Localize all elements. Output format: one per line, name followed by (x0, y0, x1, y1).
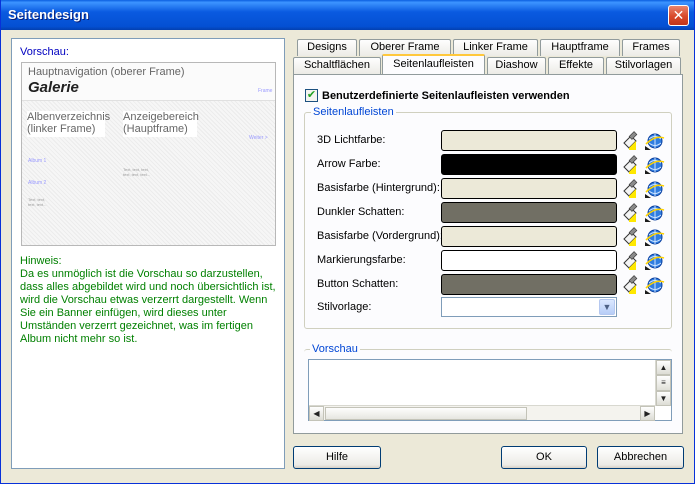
tab-diashow[interactable]: Diashow (487, 57, 546, 74)
tab-hauptframe[interactable]: Hauptframe (540, 39, 620, 56)
label-3d-lichtfarbe: 3D Lichtfarbe: (317, 134, 386, 146)
preview-next-link: Weiter > (249, 135, 268, 141)
color-swatch-markierungsfarbe[interactable] (441, 250, 617, 271)
preview-album-1: Album 1 (28, 158, 47, 164)
preview-label: Vorschau: (20, 46, 69, 58)
horizontal-scrollbar[interactable]: ◀ ▶ (309, 405, 655, 421)
scroll-down-icon[interactable]: ▼ (656, 391, 671, 406)
label-arrow-farbe: Arrow Farbe: (317, 158, 381, 170)
preview-left-frame-label: Albenverzeichnis (linker Frame) (27, 111, 111, 135)
use-custom-checkbox[interactable]: ✔ (305, 89, 318, 102)
scroll-right-icon[interactable]: ▶ (640, 406, 655, 421)
preview-left-text: Text, text, text, text... (28, 197, 47, 207)
preview-main-text: Text, text, text, text, text, text... (123, 167, 151, 177)
preview-panel: Vorschau: Hauptnavigation (oberer Frame)… (11, 38, 285, 469)
tab-seitenlaufleisten[interactable]: Seitenlaufleisten (382, 54, 485, 74)
eyedropper-icon[interactable] (620, 178, 642, 200)
scroll-up-icon[interactable]: ▲ (656, 360, 671, 375)
eyedropper-icon[interactable] (620, 250, 642, 272)
horizontal-scroll-thumb[interactable] (325, 407, 527, 420)
preview-frames-link: Frame (258, 88, 273, 94)
web-color-icon[interactable] (643, 226, 665, 248)
tab-schaltflaechen[interactable]: Schaltflächen (293, 57, 381, 74)
label-markierungsfarbe: Markierungsfarbe: (317, 254, 406, 266)
preview-main-frame-label-bg: Anzeigebereich (Hauptframe) (123, 111, 199, 137)
color-swatch-basisfarbe-vordergrund[interactable] (441, 226, 617, 247)
window-title: Seitendesign (8, 7, 89, 22)
tab-effekte[interactable]: Effekte (548, 57, 604, 74)
web-color-icon[interactable] (643, 250, 665, 272)
help-button[interactable]: Hilfe (293, 446, 381, 469)
eyedropper-icon[interactable] (620, 154, 642, 176)
style-label: Stilvorlage: (317, 301, 372, 313)
tab-designs[interactable]: Designs (297, 39, 357, 56)
eyedropper-icon[interactable] (620, 274, 642, 296)
web-color-icon[interactable] (643, 274, 665, 296)
tab-frames[interactable]: Frames (622, 39, 680, 56)
vertical-scrollbar[interactable]: ▲ ≡ ▼ (655, 360, 671, 406)
dialog-window: Seitendesign ✕ Vorschau: Hauptnavigation… (0, 0, 695, 484)
label-basisfarbe-vordergrund: Basisfarbe (Vordergrund): (317, 230, 443, 242)
tab-stilvorlagen[interactable]: Stilvorlagen (606, 57, 681, 74)
close-icon: ✕ (672, 7, 685, 23)
preview-main-frame-label: Anzeigebereich (Hauptframe) (123, 111, 199, 135)
color-swatch-arrow-farbe[interactable] (441, 154, 617, 175)
preview-left-frame-label-bg: Albenverzeichnis (linker Frame) (27, 111, 110, 137)
web-color-icon[interactable] (643, 130, 665, 152)
eyedropper-icon[interactable] (620, 130, 642, 152)
hint-text: Hinweis: Da es unmöglich ist die Vorscha… (20, 255, 276, 345)
preview-gallery-title: Galerie (28, 79, 79, 96)
scrollbar-colors-group-title: Seitenlaufleisten (311, 106, 396, 118)
preview-top-frame: Hauptnavigation (oberer Frame) Galerie F… (22, 63, 275, 101)
layout-preview: Hauptnavigation (oberer Frame) Galerie F… (21, 62, 276, 246)
eyedropper-icon[interactable] (620, 226, 642, 248)
preview-album-2: Album 2 (28, 180, 47, 186)
label-button-schatten: Button Schatten: (317, 278, 399, 290)
use-custom-label: Benutzerdefinierte Seitenlaufleisten ver… (322, 90, 570, 102)
cancel-button[interactable]: Abbrechen (597, 446, 684, 469)
scrollbar-preview-area[interactable]: ▲ ≡ ▼ ◀ ▶ (308, 359, 672, 421)
scrollbar-settings-panel: ✔ Benutzerdefinierte Seitenlaufleisten v… (293, 74, 683, 434)
web-color-icon[interactable] (643, 154, 665, 176)
vertical-scroll-thumb[interactable]: ≡ (656, 375, 671, 391)
scroll-left-icon[interactable]: ◀ (309, 406, 324, 421)
title-bar[interactable]: Seitendesign ✕ (1, 0, 694, 30)
ok-button[interactable]: OK (501, 446, 587, 469)
preview-group-title: Vorschau (310, 343, 360, 355)
eyedropper-icon[interactable] (620, 202, 642, 224)
style-select[interactable]: ▼ (441, 297, 617, 317)
color-swatch-basisfarbe-hintergrund[interactable] (441, 178, 617, 199)
chevron-down-icon[interactable]: ▼ (599, 299, 615, 315)
color-swatch-3d-lichtfarbe[interactable] (441, 130, 617, 151)
color-swatch-dunkler-schatten[interactable] (441, 202, 617, 223)
web-color-icon[interactable] (643, 178, 665, 200)
web-color-icon[interactable] (643, 202, 665, 224)
color-swatch-button-schatten[interactable] (441, 274, 617, 295)
check-icon: ✔ (306, 89, 317, 101)
close-button[interactable]: ✕ (668, 5, 689, 26)
preview-top-nav-label: Hauptnavigation (oberer Frame) (28, 66, 185, 78)
label-dunkler-schatten: Dunkler Schatten: (317, 206, 405, 218)
label-basisfarbe-hintergrund: Basisfarbe (Hintergrund): (317, 182, 440, 194)
